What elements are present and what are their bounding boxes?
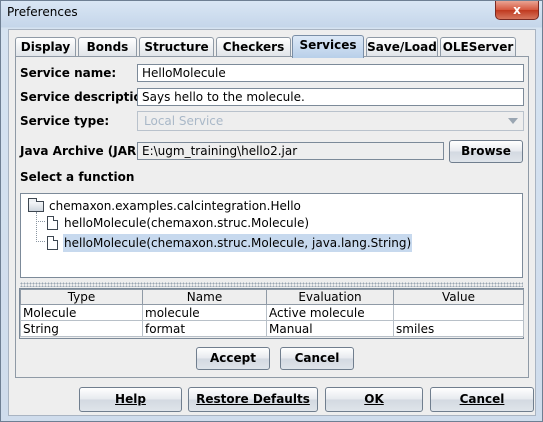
- dialog-cancel-button[interactable]: Cancel: [430, 387, 534, 412]
- column-header-type[interactable]: Type: [20, 289, 143, 305]
- table-cell[interactable]: format: [142, 320, 267, 337]
- restore-defaults-button[interactable]: Restore Defaults: [188, 387, 318, 412]
- table-row[interactable]: Molecule molecule Active molecule: [20, 304, 524, 321]
- file-icon: [47, 236, 58, 250]
- close-icon: x: [513, 3, 521, 17]
- tree-root-label: chemaxon.examples.calcintegration.Hello: [49, 199, 301, 213]
- table-cell[interactable]: Active molecule: [266, 304, 394, 321]
- table-row[interactable]: String format Manual smiles: [20, 320, 524, 337]
- tree-leaf-node[interactable]: helloMolecule(chemaxon.struc.Molecule): [47, 214, 517, 232]
- jar-path-field[interactable]: E:\ugm_training\hello2.jar: [137, 142, 444, 160]
- tree-connector: [36, 212, 37, 242]
- close-button[interactable]: x: [495, 1, 539, 20]
- chevron-down-icon: [508, 118, 518, 124]
- table-cell[interactable]: String: [20, 320, 143, 337]
- tab-bonds[interactable]: Bonds: [78, 37, 137, 57]
- service-type-label: Service type:: [20, 114, 110, 128]
- file-icon: [47, 216, 58, 230]
- tab-structure[interactable]: Structure: [139, 37, 214, 57]
- tree-leaf-label: helloMolecule(chemaxon.struc.Molecule): [64, 216, 310, 230]
- tab-checkers[interactable]: Checkers: [216, 37, 291, 57]
- split-pane-divider[interactable]: [20, 282, 523, 287]
- tab-save-load[interactable]: Save/Load: [366, 37, 438, 57]
- select-function-label: Select a function: [20, 170, 135, 184]
- dialog-content: Display Bonds Structure Checkers Service…: [8, 29, 536, 416]
- service-description-field[interactable]: Says hello to the molecule.: [137, 88, 524, 106]
- browse-button[interactable]: Browse: [449, 140, 523, 163]
- table-cell[interactable]: molecule: [142, 304, 267, 321]
- table-cell[interactable]: Manual: [266, 320, 394, 337]
- table-cell[interactable]: [393, 304, 524, 321]
- tab-display[interactable]: Display: [15, 37, 76, 57]
- service-type-value: Local Service: [144, 114, 224, 128]
- column-header-evaluation[interactable]: Evaluation: [266, 289, 394, 305]
- table-header-row: Type Name Evaluation Value: [20, 289, 524, 305]
- folder-icon: [28, 198, 44, 212]
- table-cell[interactable]: smiles: [393, 320, 524, 337]
- ok-button-label: OK: [364, 392, 384, 406]
- services-panel: Service name: HelloMolecule Service desc…: [15, 56, 529, 378]
- help-button-label: Help: [115, 392, 146, 406]
- tree-leaf-node-selected[interactable]: helloMolecule(chemaxon.struc.Molecule, j…: [47, 234, 517, 252]
- tab-oleserver[interactable]: OLEServer: [440, 37, 516, 57]
- preferences-window: Preferences x Display Bonds Structure Ch…: [0, 0, 543, 422]
- title-bar[interactable]: Preferences x: [1, 1, 542, 25]
- ok-button[interactable]: OK: [325, 387, 423, 412]
- accept-button[interactable]: Accept: [196, 347, 270, 370]
- table-cell[interactable]: Molecule: [20, 304, 143, 321]
- tree-connector: [36, 221, 45, 222]
- tree-leaf-label: helloMolecule(chemaxon.struc.Molecule, j…: [63, 234, 413, 252]
- service-type-dropdown[interactable]: Local Service: [137, 111, 524, 131]
- tree-root-node[interactable]: chemaxon.examples.calcintegration.Hello: [28, 197, 508, 215]
- tree-connector: [36, 241, 45, 242]
- parameters-table: Type Name Evaluation Value Molecule mole…: [20, 289, 524, 337]
- help-button[interactable]: Help: [79, 387, 182, 412]
- column-header-value[interactable]: Value: [393, 289, 524, 305]
- tab-services[interactable]: Services: [292, 35, 364, 58]
- panel-cancel-button[interactable]: Cancel: [280, 347, 354, 370]
- service-name-label: Service name:: [20, 66, 117, 80]
- window-title: Preferences: [7, 5, 78, 19]
- service-name-field[interactable]: HelloMolecule: [137, 64, 524, 82]
- column-header-name[interactable]: Name: [142, 289, 267, 305]
- service-description-label: Service description:: [20, 90, 156, 104]
- function-tree[interactable]: chemaxon.examples.calcintegration.Hello …: [20, 193, 523, 278]
- dialog-cancel-label: Cancel: [459, 392, 505, 406]
- jar-label: Java Archive (JAR):: [20, 144, 147, 158]
- restore-defaults-label: Restore Defaults: [196, 392, 310, 406]
